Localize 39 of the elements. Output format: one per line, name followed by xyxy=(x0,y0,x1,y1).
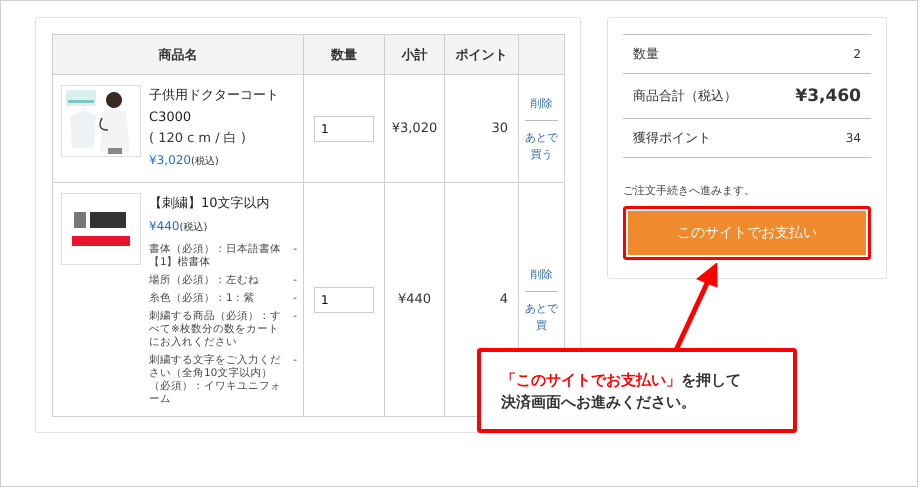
unit-price: ¥440 xyxy=(149,219,180,233)
option-text: 場所（必須）：左むね xyxy=(149,274,260,287)
summary-value: ¥3,460 xyxy=(795,86,861,106)
buy-later-link[interactable]: あとで買う xyxy=(525,128,558,162)
buy-later-link[interactable]: あとで買 xyxy=(525,300,558,334)
summary-label: 商品合計（税込） xyxy=(633,88,737,105)
option-value: - xyxy=(292,292,297,305)
summary-value: 2 xyxy=(853,47,861,61)
option-value: - xyxy=(292,354,297,368)
points: 30 xyxy=(491,121,508,136)
column-header: 数量 xyxy=(304,34,384,74)
summary-label: 数量 xyxy=(633,46,659,63)
product-name[interactable]: 子供用ドクターコート C3000 xyxy=(149,85,297,129)
option-text: 書体（必須）：日本語書体【1】楷書体 xyxy=(149,243,282,269)
delete-link[interactable]: 削除 xyxy=(525,94,558,120)
checkout-note: ご注文手続きへ進みます。 xyxy=(623,183,756,198)
summary-label: 獲得ポイント xyxy=(633,130,711,147)
column-header: 商品名 xyxy=(52,34,304,74)
points: 4 xyxy=(500,292,508,307)
quantity-field[interactable]: 1 xyxy=(314,286,374,312)
delete-link[interactable]: 削除 xyxy=(525,266,558,292)
quantity-field[interactable]: 1 xyxy=(314,116,374,142)
callout-text: 「このサイトでお支払い」を押して 決済画面へお進みください。 xyxy=(501,370,741,412)
option-text: 刺繍する商品（必須）：すべて※枚数分の数をカートにお入れください xyxy=(149,310,282,349)
subtotal: ¥440 xyxy=(398,292,432,307)
option-text: 糸色（必須）：1：紫 xyxy=(149,292,256,305)
option-value: - xyxy=(292,274,297,287)
option-value: - xyxy=(292,243,297,257)
product-name[interactable]: 【刺繍】10文字以内 xyxy=(149,193,297,215)
option-value: - xyxy=(292,310,297,324)
option-text: 刺繍する文字をご入力ください（全角10文字以内）（必須）：イワキユニフォーム xyxy=(149,354,282,406)
subtotal: ¥3,020 xyxy=(392,121,438,136)
column-header: ポイント xyxy=(444,34,518,74)
tax-label: (税込) xyxy=(180,222,208,233)
product-variant: ( 120 c m / 白 ) xyxy=(149,130,247,148)
unit-price: ¥3,020 xyxy=(149,153,191,167)
tax-label: (税込) xyxy=(191,156,219,167)
column-header: 小計 xyxy=(384,34,444,74)
summary-value: 34 xyxy=(846,131,861,145)
